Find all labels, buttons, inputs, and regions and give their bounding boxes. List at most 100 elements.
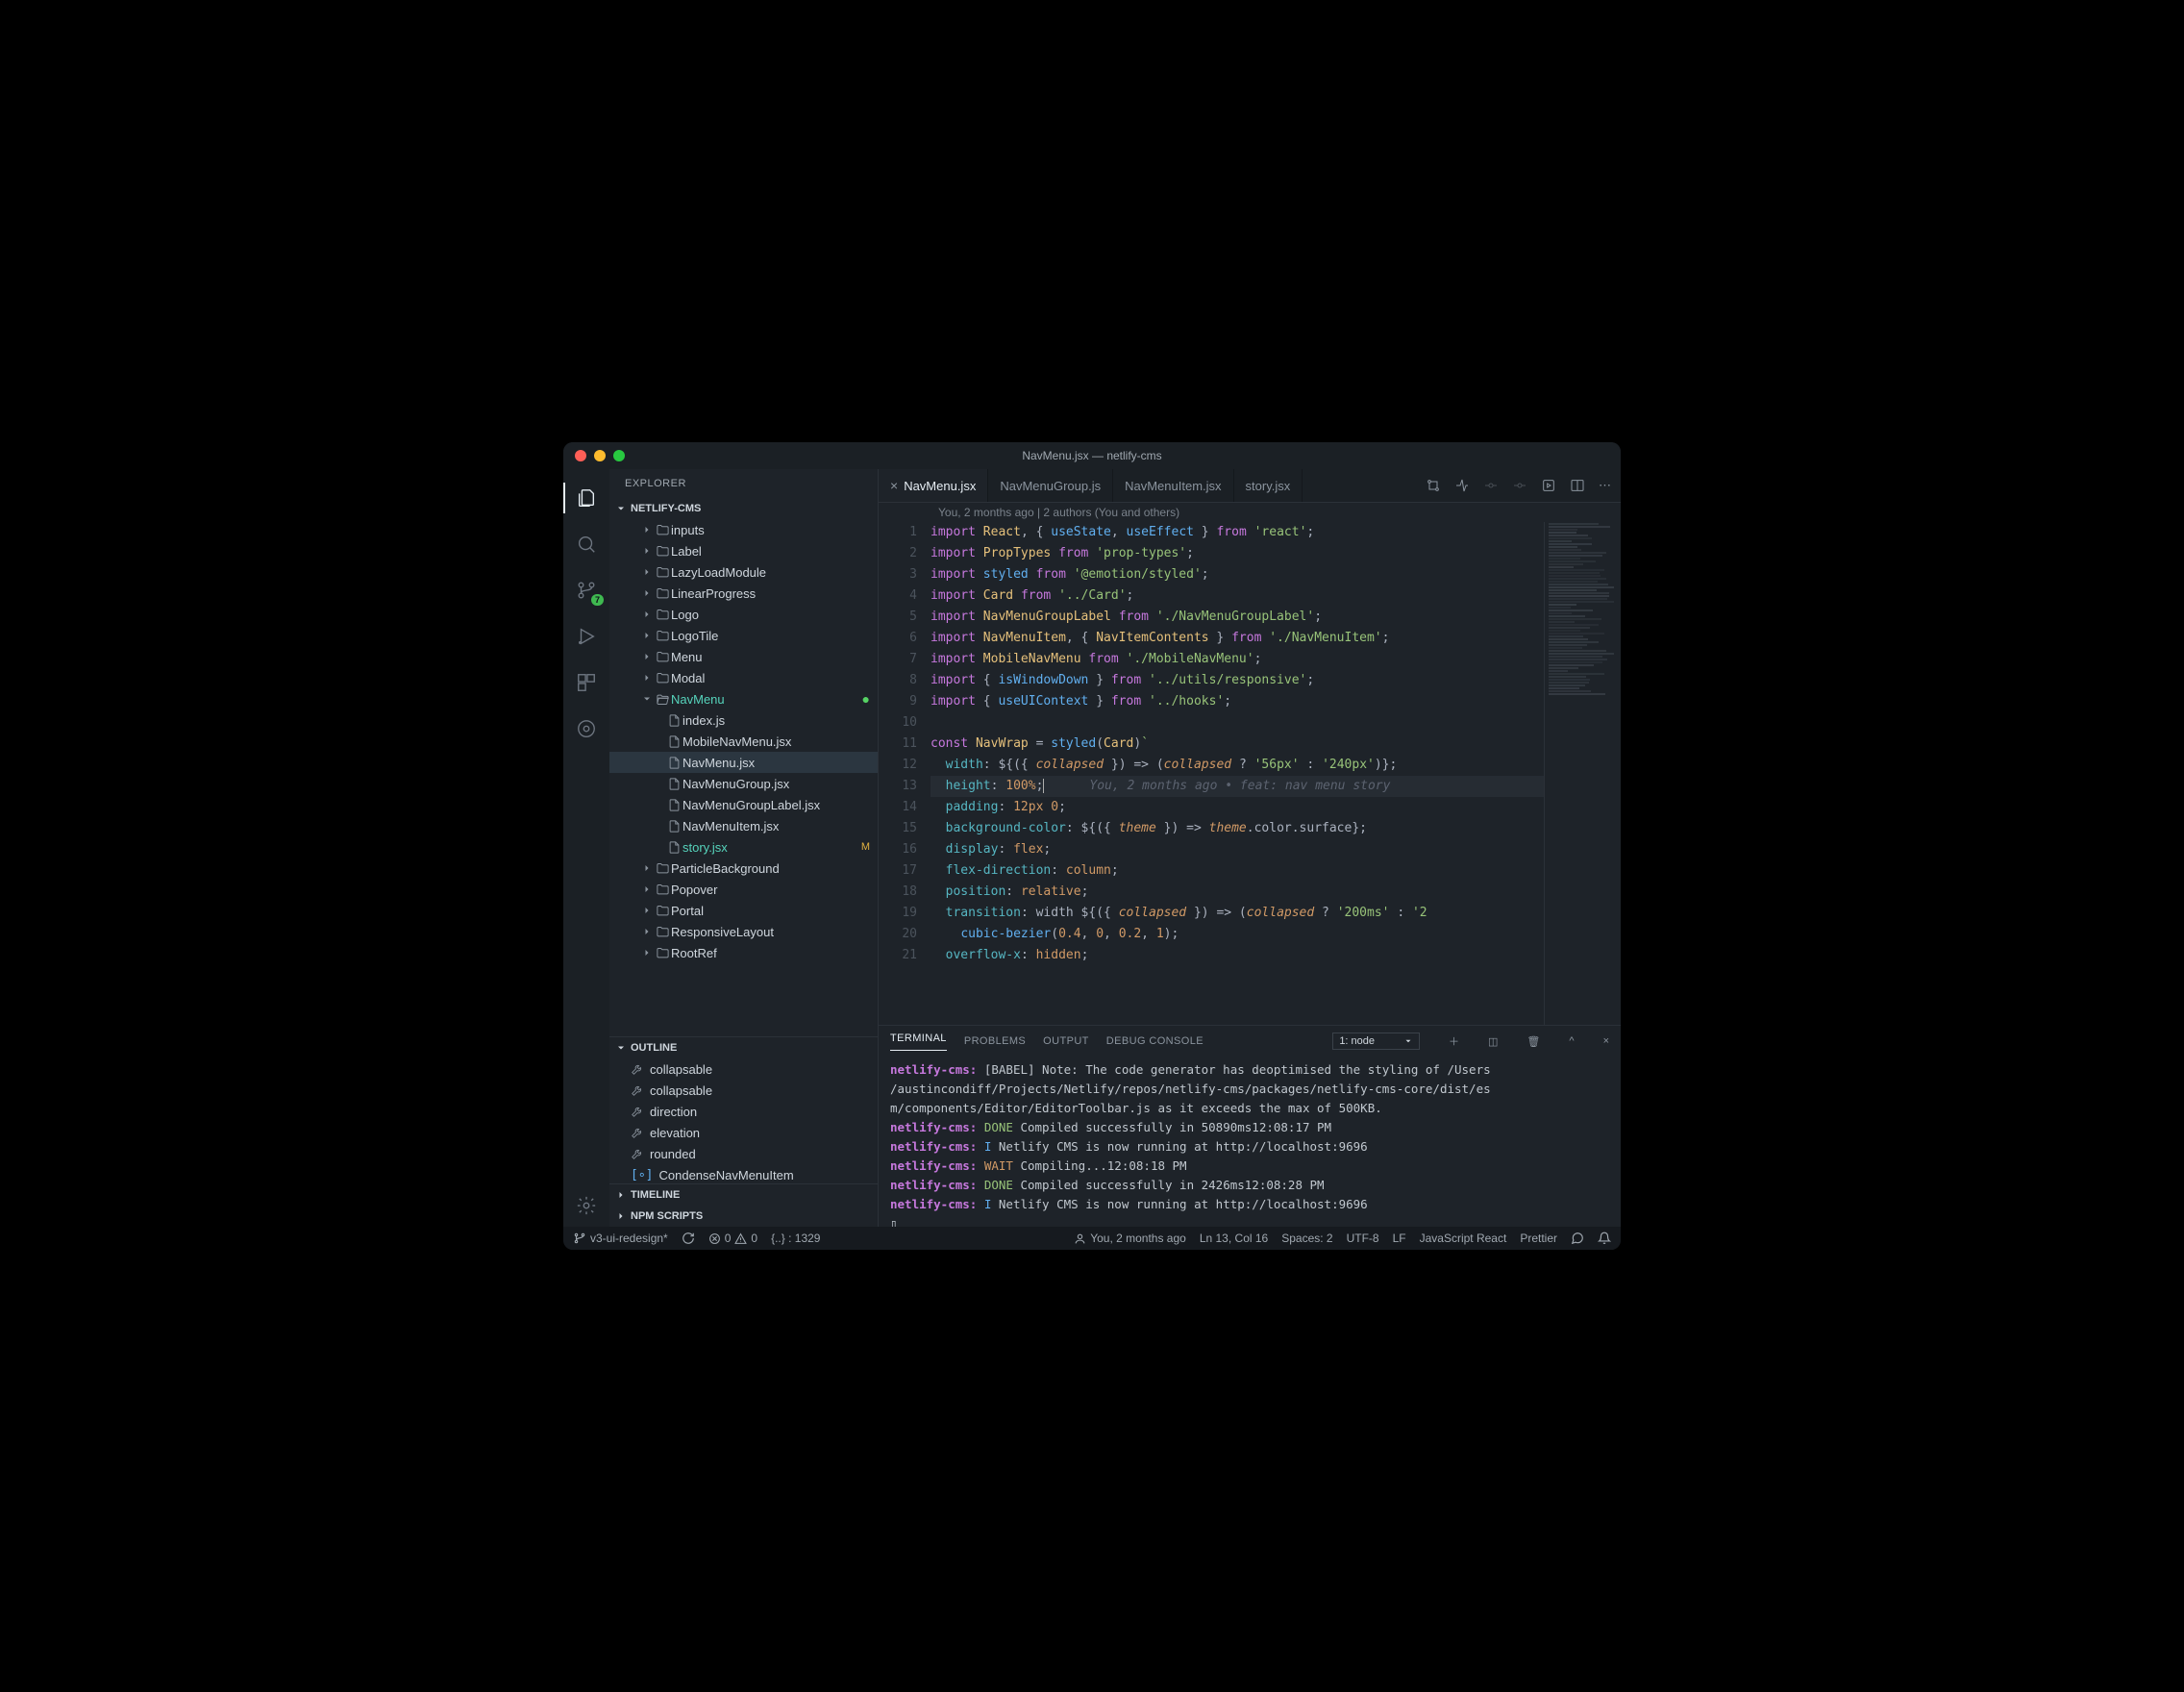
file-icon (665, 777, 682, 791)
status-bracket[interactable]: {..} : 1329 (771, 1232, 820, 1245)
terminal-output[interactable]: netlify-cms: [BABEL] Note: The code gene… (879, 1057, 1621, 1227)
activity-source-control[interactable]: 7 (563, 569, 609, 611)
folder-icon (654, 692, 671, 707)
split-editor-icon[interactable] (1570, 478, 1585, 493)
wrench-icon (631, 1083, 644, 1097)
tree-label: NavMenuGroupLabel.jsx (682, 798, 870, 812)
chevron-icon (640, 926, 654, 937)
status-cursor[interactable]: Ln 13, Col 16 (1200, 1232, 1268, 1245)
file-row[interactable]: NavMenuItem.jsx (609, 815, 878, 836)
trash-icon[interactable]: 🗑 (1526, 1035, 1540, 1048)
folder-icon (654, 565, 671, 580)
folder-row[interactable]: inputs (609, 519, 878, 540)
editor-tab[interactable]: NavMenuGroup.js (988, 469, 1113, 502)
folder-row[interactable]: Modal (609, 667, 878, 688)
outline-item[interactable]: collapsable (609, 1080, 878, 1101)
terminal-select[interactable]: 1: node (1332, 1033, 1420, 1050)
outline-item[interactable]: collapsable (609, 1058, 878, 1080)
activity-explorer[interactable] (563, 477, 609, 519)
folder-row[interactable]: LinearProgress (609, 583, 878, 604)
tree-label: NavMenuGroup.jsx (682, 777, 870, 791)
prev-change-icon[interactable] (1483, 478, 1499, 493)
status-feedback[interactable] (1571, 1232, 1584, 1245)
file-row[interactable]: NavMenu.jsx (609, 752, 878, 773)
activity-run-debug[interactable] (563, 615, 609, 658)
folder-row[interactable]: LogoTile (609, 625, 878, 646)
outline-header[interactable]: OUTLINE (609, 1037, 878, 1058)
status-blame[interactable]: You, 2 months ago (1074, 1232, 1186, 1245)
close-icon[interactable]: × (890, 478, 898, 493)
window-maximize-button[interactable] (613, 450, 625, 461)
editor-tab[interactable]: story.jsx (1234, 469, 1303, 502)
scm-badge: 7 (591, 594, 604, 606)
activity-settings[interactable] (563, 1184, 609, 1227)
next-change-icon[interactable] (1512, 478, 1527, 493)
chevron-right-icon (615, 1189, 627, 1201)
timeline-header[interactable]: TIMELINE (609, 1184, 878, 1206)
panel-tab[interactable]: TERMINAL (890, 1033, 947, 1051)
minimap[interactable] (1544, 522, 1621, 1025)
outline-item[interactable]: direction (609, 1101, 878, 1122)
panel-tab[interactable]: OUTPUT (1043, 1035, 1089, 1047)
window-minimize-button[interactable] (594, 450, 606, 461)
activity-gitlens[interactable] (563, 708, 609, 750)
folder-row[interactable]: NavMenu● (609, 688, 878, 709)
status-sync[interactable] (682, 1232, 695, 1245)
status-branch[interactable]: v3-ui-redesign* (573, 1232, 668, 1245)
folder-row[interactable]: ResponsiveLayout (609, 921, 878, 942)
status-language[interactable]: JavaScript React (1420, 1232, 1507, 1245)
file-row[interactable]: NavMenuGroupLabel.jsx (609, 794, 878, 815)
panel-tab[interactable]: DEBUG CONSOLE (1106, 1035, 1204, 1047)
npm-scripts-header[interactable]: NPM SCRIPTS (609, 1206, 878, 1227)
folder-row[interactable]: RootRef (609, 942, 878, 963)
code-editor[interactable]: import React, { useState, useEffect } fr… (931, 522, 1544, 1025)
outline-item[interactable]: [∘]CondenseNavMenuItem (609, 1164, 878, 1183)
chevron-up-icon[interactable]: ^ (1569, 1035, 1574, 1047)
status-notifications[interactable] (1598, 1232, 1611, 1245)
status-indent[interactable]: Spaces: 2 (1281, 1232, 1332, 1245)
folder-row[interactable]: Popover (609, 879, 878, 900)
tab-label: NavMenuGroup.js (1000, 479, 1101, 493)
folder-row[interactable]: ParticleBackground (609, 858, 878, 879)
window-close-button[interactable] (575, 450, 586, 461)
file-row[interactable]: MobileNavMenu.jsx (609, 731, 878, 752)
folder-row[interactable]: Menu (609, 646, 878, 667)
error-icon (708, 1232, 721, 1245)
outline-item[interactable]: rounded (609, 1143, 878, 1164)
tree-label: RootRef (671, 946, 870, 960)
tree-label: NavMenu.jsx (682, 756, 870, 770)
editor-tabs: ×NavMenu.jsx NavMenuGroup.js NavMenuItem.j… (879, 469, 1621, 503)
file-row[interactable]: story.jsxM (609, 836, 878, 858)
compare-icon[interactable] (1426, 478, 1441, 493)
more-icon[interactable]: ⋯ (1599, 478, 1611, 493)
editor-tab[interactable]: ×NavMenu.jsx (879, 469, 988, 502)
project-header[interactable]: NETLIFY-CMS (609, 498, 878, 519)
open-changes-icon[interactable] (1454, 478, 1470, 493)
run-icon[interactable] (1541, 478, 1556, 493)
panel-tab[interactable]: PROBLEMS (964, 1035, 1026, 1047)
outline-item[interactable]: elevation (609, 1122, 878, 1143)
activity-extensions[interactable] (563, 661, 609, 704)
close-icon[interactable]: × (1603, 1035, 1609, 1047)
file-row[interactable]: index.js (609, 709, 878, 731)
status-encoding[interactable]: UTF-8 (1347, 1232, 1379, 1245)
tree-label: Menu (671, 650, 870, 664)
gitlens-icon (576, 718, 597, 739)
file-row[interactable]: NavMenuGroup.jsx (609, 773, 878, 794)
folder-row[interactable]: Portal (609, 900, 878, 921)
split-icon[interactable]: ◫ (1488, 1035, 1498, 1048)
folder-icon (654, 861, 671, 876)
status-problems[interactable]: 0 0 (708, 1232, 757, 1245)
file-icon (665, 819, 682, 834)
debug-icon (576, 626, 597, 647)
editor-tab[interactable]: NavMenuItem.jsx (1113, 469, 1233, 502)
folder-row[interactable]: Logo (609, 604, 878, 625)
status-eol[interactable]: LF (1393, 1232, 1406, 1245)
tree-label: Label (671, 544, 870, 559)
bottom-panel: TERMINAL PROBLEMS OUTPUT DEBUG CONSOLE 1: no… (879, 1025, 1621, 1227)
status-formatter[interactable]: Prettier (1520, 1232, 1557, 1245)
folder-row[interactable]: Label (609, 540, 878, 561)
folder-row[interactable]: LazyLoadModule (609, 561, 878, 583)
plus-icon[interactable]: ＋ (1449, 1033, 1459, 1049)
activity-search[interactable] (563, 523, 609, 565)
